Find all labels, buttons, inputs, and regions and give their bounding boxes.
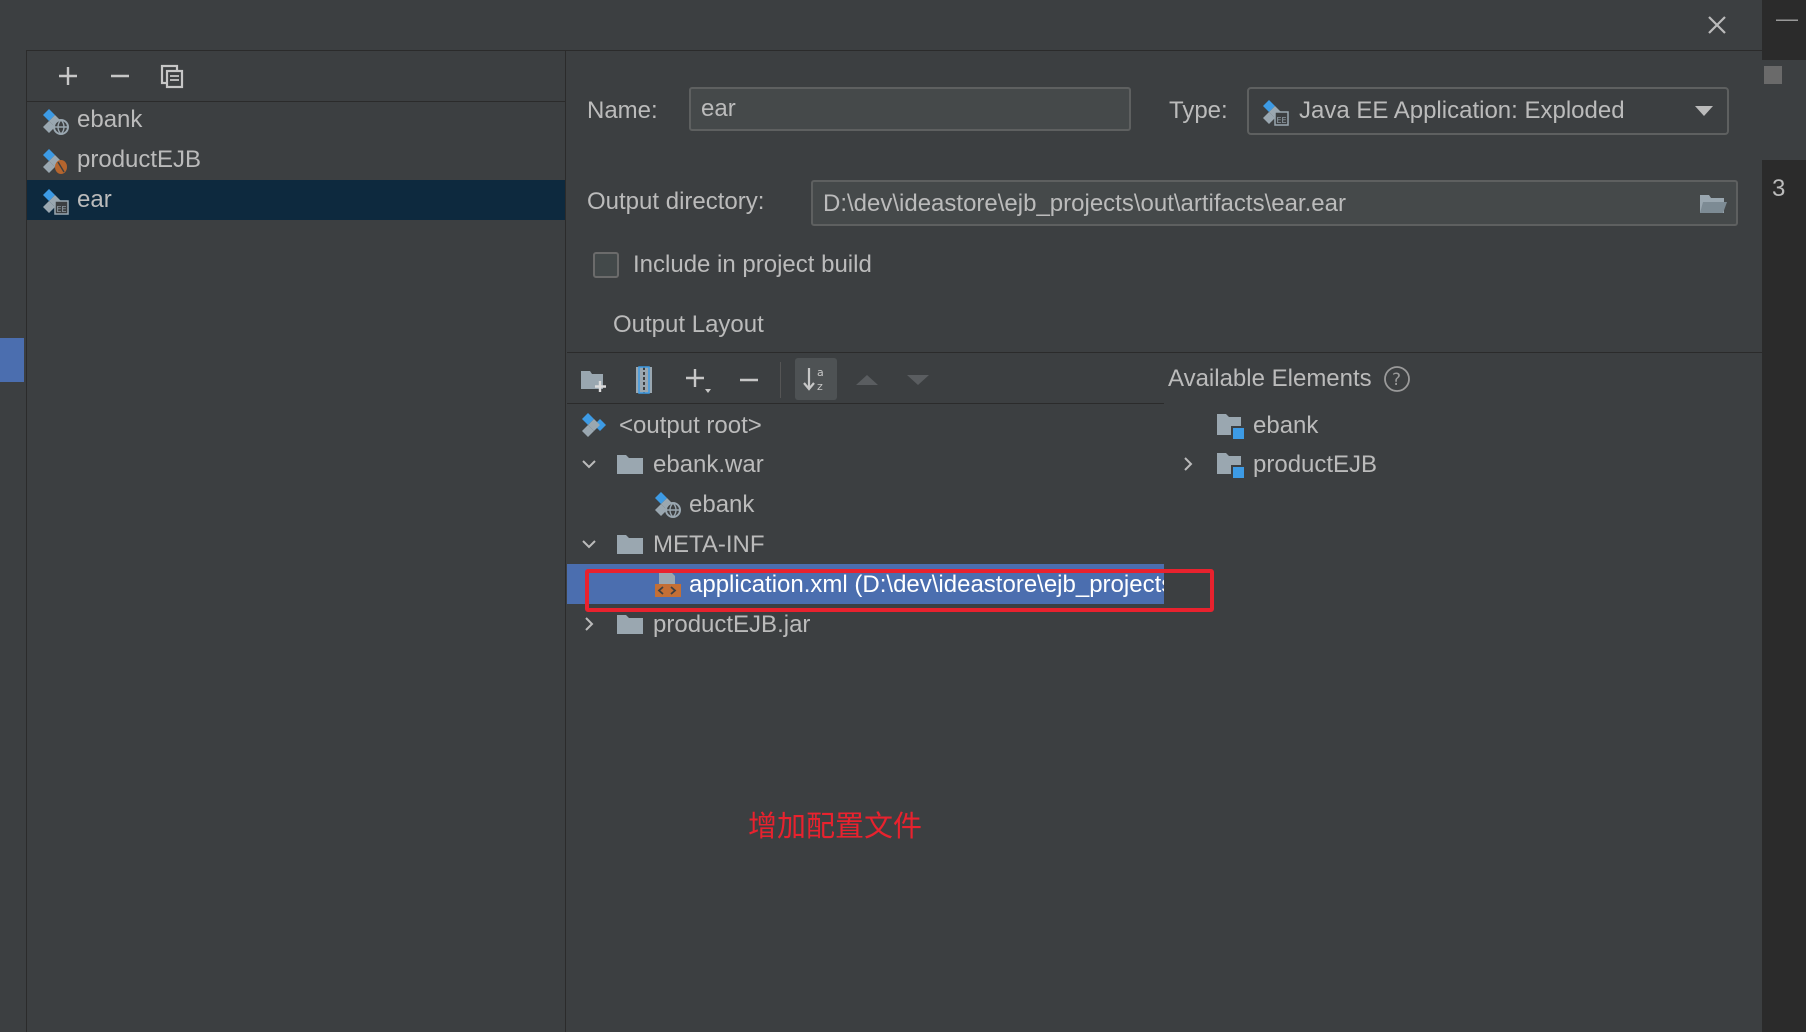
- available-item-label: ebank: [1253, 412, 1319, 439]
- add-icon[interactable]: [678, 360, 718, 400]
- chevron-right-icon[interactable]: [1180, 456, 1196, 472]
- artifact-label: ear: [77, 186, 112, 213]
- new-folder-icon[interactable]: [574, 360, 614, 400]
- web-artifact-icon: [653, 490, 681, 518]
- left-edge-strip: [0, 50, 27, 1032]
- module-folder-icon: [1216, 450, 1246, 480]
- svg-text:z: z: [817, 380, 823, 393]
- highlight-box-annotation: [585, 569, 1214, 612]
- svg-text:EE: EE: [1277, 116, 1287, 125]
- move-up-icon[interactable]: [847, 360, 887, 400]
- type-label: Type:: [1169, 97, 1228, 124]
- svg-text:a: a: [817, 366, 824, 379]
- copy-icon[interactable]: [157, 61, 187, 91]
- sort-az-icon[interactable]: az: [795, 358, 837, 400]
- remove-icon[interactable]: [105, 61, 135, 91]
- available-item-productejb[interactable]: productEJB: [1168, 444, 1728, 484]
- output-layout-tab[interactable]: Output Layout: [613, 311, 764, 339]
- annotation-text: 增加配置文件: [748, 809, 923, 843]
- available-item-ebank[interactable]: ebank: [1168, 405, 1728, 445]
- tree-item-ebank-module[interactable]: ebank: [567, 484, 1164, 524]
- tree-item-label: ebank.war: [653, 451, 764, 478]
- folder-icon: [616, 450, 644, 478]
- chevron-down-icon[interactable]: [581, 456, 597, 472]
- artifact-item-productejb[interactable]: productEJB: [27, 140, 565, 180]
- artifact-label: productEJB: [77, 146, 202, 173]
- module-folder-icon: [1216, 411, 1246, 441]
- chevron-down-icon[interactable]: [581, 536, 597, 552]
- artifact-item-ear[interactable]: EE ear: [27, 180, 565, 220]
- include-in-build-label: Include in project build: [633, 251, 872, 278]
- svg-text:EE: EE: [57, 205, 67, 214]
- type-dropdown[interactable]: EE Java EE Application: Exploded: [1247, 87, 1729, 135]
- svg-text:?: ?: [1392, 370, 1401, 390]
- name-field[interactable]: [689, 87, 1131, 131]
- close-icon[interactable]: [1700, 8, 1734, 42]
- artifact-list-toolbar: [27, 51, 565, 102]
- folder-icon: [616, 610, 644, 638]
- archive-icon[interactable]: [624, 360, 664, 400]
- help-icon[interactable]: ?: [1383, 365, 1411, 393]
- toolbar-separator: [780, 362, 781, 398]
- artifact-item-ebank[interactable]: ebank: [27, 100, 565, 140]
- remove-icon[interactable]: [729, 360, 769, 400]
- move-down-icon[interactable]: [898, 360, 938, 400]
- web-artifact-icon: [41, 107, 69, 135]
- ear-artifact-icon: EE: [41, 187, 69, 215]
- chevron-right-icon[interactable]: [581, 616, 597, 632]
- available-elements-title: Available Elements: [1168, 365, 1372, 392]
- background-square-icon: [1764, 66, 1782, 84]
- left-edge-selection-marker: [0, 338, 24, 382]
- chevron-down-icon: [1695, 106, 1713, 116]
- artifact-root-icon: [580, 411, 608, 439]
- divider: [567, 352, 1762, 353]
- available-elements-header: Available Elements: [1168, 365, 1372, 393]
- background-minimize-icon: —: [1776, 6, 1798, 31]
- tree-item-label: <output root>: [619, 412, 762, 439]
- ejb-artifact-icon: [41, 147, 69, 175]
- divider: [567, 403, 1164, 404]
- dialog-title-bar: [0, 0, 1762, 51]
- output-directory-value: D:\dev\ideastore\ejb_projects\out\artifa…: [823, 190, 1346, 217]
- tree-item-label: productEJB.jar: [653, 611, 811, 638]
- folder-icon: [616, 530, 644, 558]
- add-icon[interactable]: [53, 61, 83, 91]
- output-directory-field[interactable]: D:\dev\ideastore\ejb_projects\out\artifa…: [811, 180, 1738, 226]
- tree-item-ebank-war[interactable]: ebank.war: [567, 444, 1164, 484]
- tree-item-output-root[interactable]: <output root>: [567, 405, 1164, 445]
- ear-artifact-icon: EE: [1261, 98, 1289, 126]
- folder-open-icon[interactable]: [1698, 190, 1728, 216]
- tree-item-label: META-INF: [653, 531, 765, 558]
- output-directory-label: Output directory:: [587, 188, 765, 215]
- tree-item-meta-inf[interactable]: META-INF: [567, 524, 1164, 564]
- type-value: Java EE Application: Exploded: [1299, 97, 1625, 124]
- background-line-number: 3: [1772, 175, 1786, 202]
- available-item-label: productEJB: [1253, 451, 1378, 478]
- artifact-label: ebank: [77, 106, 143, 133]
- name-label: Name:: [587, 97, 658, 124]
- include-in-build-checkbox[interactable]: [593, 252, 619, 278]
- tree-item-label: ebank: [689, 491, 755, 518]
